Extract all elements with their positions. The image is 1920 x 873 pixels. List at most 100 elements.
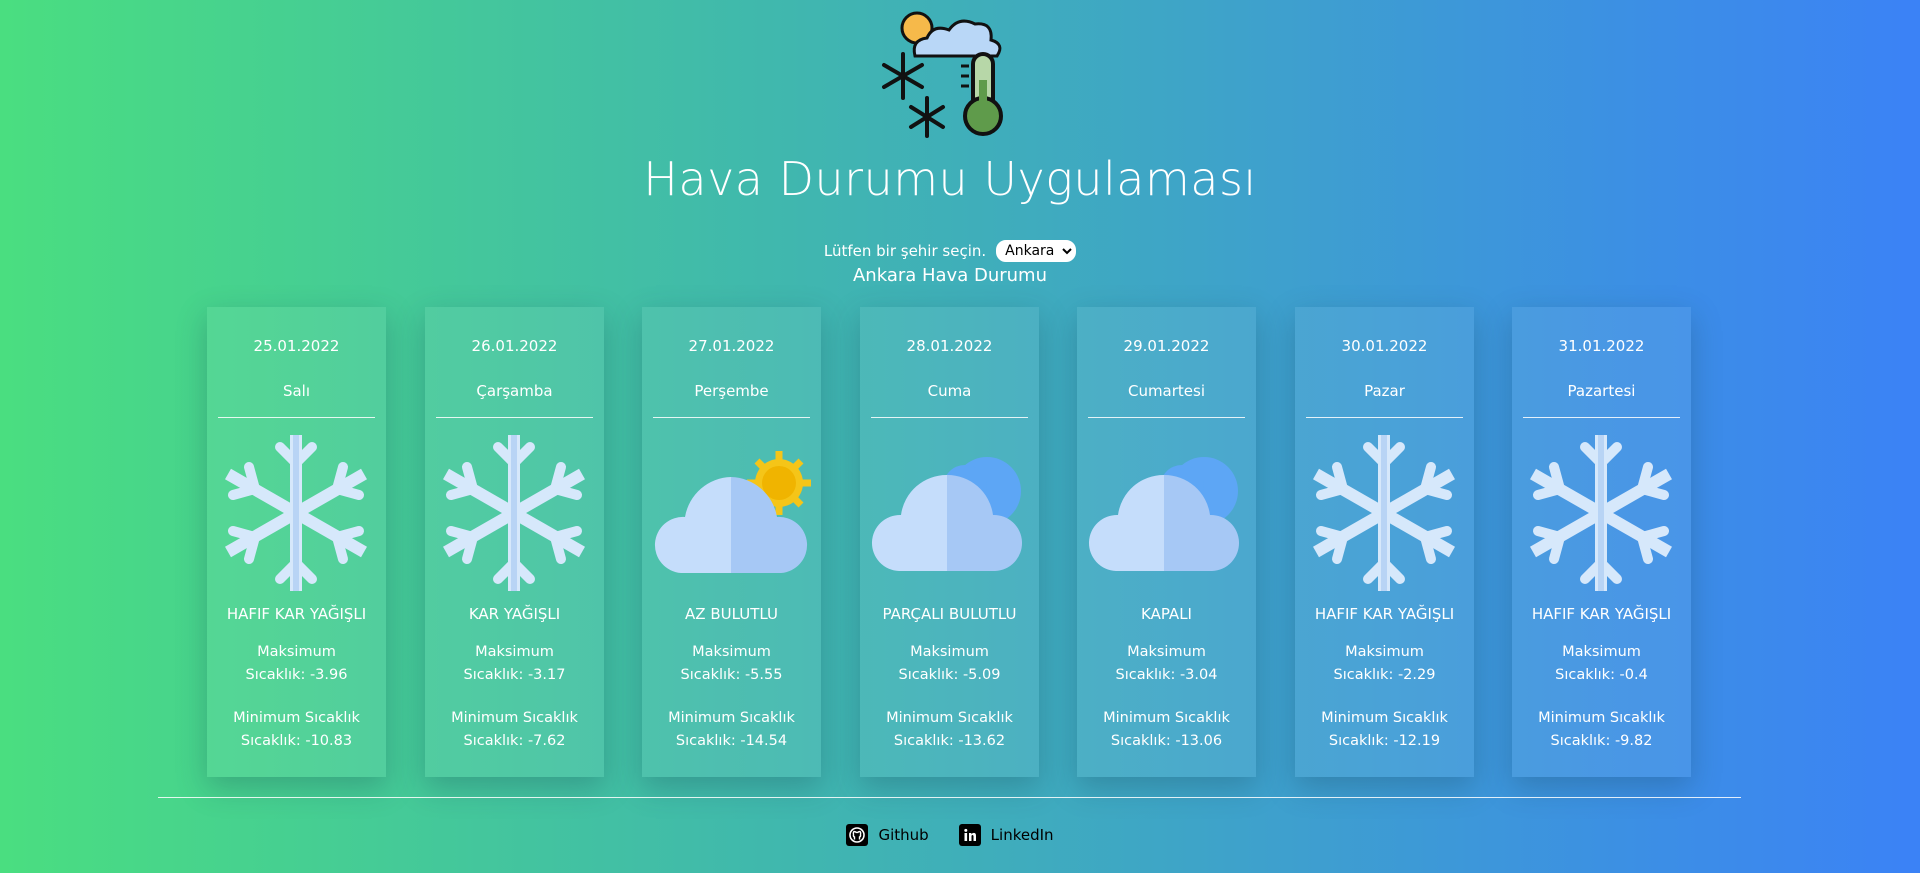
github-link-label: Github (878, 826, 929, 844)
min-temperature-label: Minimum Sıcaklık (233, 710, 360, 726)
snowflake-icon (1521, 433, 1681, 593)
github-link[interactable]: Github (846, 824, 929, 846)
card-divider (1306, 417, 1463, 418)
city-select[interactable]: Ankara (996, 240, 1077, 262)
footer-divider (158, 797, 1741, 798)
forecast-card: 28.01.2022 Cuma PARÇALI BULUTLU Maksimum… (860, 307, 1039, 777)
card-divider (871, 417, 1028, 418)
forecast-day: Salı (282, 382, 311, 400)
forecast-cards: 25.01.2022 Salı HAFIF KAR YAĞIŞLI Maksim… (207, 307, 1693, 777)
forecast-date: 27.01.2022 (688, 337, 775, 355)
card-divider (1523, 417, 1680, 418)
forecast-date: 26.01.2022 (471, 337, 558, 355)
cloud-icon (1086, 433, 1246, 593)
forecast-card: 25.01.2022 Salı HAFIF KAR YAĞIŞLI Maksim… (207, 307, 386, 777)
forecast-day: Cuma (927, 382, 972, 400)
forecast-day: Pazartesi (1567, 382, 1636, 400)
forecast-card: 30.01.2022 Pazar HAFIF KAR YAĞIŞLI Maksi… (1295, 307, 1474, 777)
max-temperature-value: Sıcaklık: -5.09 (898, 667, 1001, 683)
min-temperature: Minimum Sıcaklık Sıcaklık: -10.83 (207, 707, 386, 753)
max-temperature-value: Sıcaklık: -5.55 (680, 667, 783, 683)
linkedin-link[interactable]: LinkedIn (958, 824, 1054, 846)
max-temperature-label: Maksimum (692, 644, 771, 660)
min-temperature: Minimum Sıcaklık Sıcaklık: -7.62 (425, 707, 604, 753)
forecast-card: 26.01.2022 Çarşamba KAR YAĞIŞLI Maksimum… (425, 307, 604, 777)
card-divider (218, 417, 375, 418)
min-temperature-value: Sıcaklık: -13.06 (1110, 733, 1223, 749)
min-temperature-value: Sıcaklık: -14.54 (675, 733, 788, 749)
snowflake-icon (434, 433, 594, 593)
forecast-day: Cumartesi (1127, 382, 1206, 400)
city-picker: Lütfen bir şehir seçin. Ankara (0, 240, 1900, 262)
card-divider (436, 417, 593, 418)
forecast-date: 30.01.2022 (1341, 337, 1428, 355)
min-temperature-value: Sıcaklık: -13.62 (893, 733, 1006, 749)
card-divider (1088, 417, 1245, 418)
forecast-date: 29.01.2022 (1123, 337, 1210, 355)
weather-description: AZ BULUTLU (685, 605, 778, 623)
weather-description: KAR YAĞIŞLI (468, 605, 561, 623)
max-temperature-label: Maksimum (1127, 644, 1206, 660)
max-temperature-label: Maksimum (257, 644, 336, 660)
github-icon (846, 824, 869, 846)
max-temperature-label: Maksimum (1562, 644, 1641, 660)
linkedin-link-label: LinkedIn (990, 826, 1054, 844)
min-temperature-label: Minimum Sıcaklık (668, 710, 795, 726)
forecast-card: 27.01.2022 Perşembe AZ BULUTLU Maksimum … (642, 307, 821, 777)
max-temperature: Maksimum Sıcaklık: -5.55 (642, 641, 821, 687)
weather-description: HAFIF KAR YAĞIŞLI (226, 605, 367, 623)
linkedin-icon (958, 824, 981, 846)
max-temperature-value: Sıcaklık: -0.4 (1555, 667, 1648, 683)
max-temperature-label: Maksimum (910, 644, 989, 660)
min-temperature: Minimum Sıcaklık Sıcaklık: -9.82 (1512, 707, 1691, 753)
weather-description: PARÇALI BULUTLU (882, 605, 1017, 623)
min-temperature-label: Minimum Sıcaklık (886, 710, 1013, 726)
min-temperature-label: Minimum Sıcaklık (1103, 710, 1230, 726)
min-temperature-label: Minimum Sıcaklık (1321, 710, 1448, 726)
forecast-day: Pazar (1364, 382, 1405, 400)
weather-description: HAFIF KAR YAĞIŞLI (1531, 605, 1672, 623)
forecast-card: 31.01.2022 Pazartesi HAFIF KAR YAĞIŞLI M… (1512, 307, 1691, 777)
forecast-date: 28.01.2022 (906, 337, 993, 355)
weather-logo-icon (882, 11, 1003, 138)
cloud-sun-icon (651, 433, 811, 593)
max-temperature-label: Maksimum (1345, 644, 1424, 660)
max-temperature: Maksimum Sıcaklık: -0.4 (1512, 641, 1691, 687)
min-temperature-value: Sıcaklık: -7.62 (463, 733, 566, 749)
max-temperature-label: Maksimum (475, 644, 554, 660)
city-select-label: Lütfen bir şehir seçin. (823, 242, 987, 260)
min-temperature: Minimum Sıcaklık Sıcaklık: -12.19 (1295, 707, 1474, 753)
footer: Github LinkedIn (0, 824, 1900, 846)
min-temperature: Minimum Sıcaklık Sıcaklık: -13.62 (860, 707, 1039, 753)
max-temperature-value: Sıcaklık: -3.04 (1115, 667, 1218, 683)
weather-description: KAPALI (1141, 605, 1192, 623)
min-temperature: Minimum Sıcaklık Sıcaklık: -14.54 (642, 707, 821, 753)
max-temperature: Maksimum Sıcaklık: -3.17 (425, 641, 604, 687)
snowflake-icon (1304, 433, 1464, 593)
min-temperature-label: Minimum Sıcaklık (1538, 710, 1665, 726)
max-temperature-value: Sıcaklık: -3.17 (463, 667, 566, 683)
min-temperature: Minimum Sıcaklık Sıcaklık: -13.06 (1077, 707, 1256, 753)
max-temperature: Maksimum Sıcaklık: -3.04 (1077, 641, 1256, 687)
forecast-subtitle: Ankara Hava Durumu (852, 265, 1047, 286)
weather-description: HAFIF KAR YAĞIŞLI (1314, 605, 1455, 623)
card-divider (653, 417, 810, 418)
min-temperature-label: Minimum Sıcaklık (451, 710, 578, 726)
max-temperature: Maksimum Sıcaklık: -2.29 (1295, 641, 1474, 687)
max-temperature-value: Sıcaklık: -2.29 (1333, 667, 1436, 683)
forecast-date: 31.01.2022 (1558, 337, 1645, 355)
min-temperature-value: Sıcaklık: -12.19 (1328, 733, 1441, 749)
max-temperature-value: Sıcaklık: -3.96 (245, 667, 348, 683)
page-scrollbar[interactable] (1900, 0, 1920, 873)
max-temperature: Maksimum Sıcaklık: -3.96 (207, 641, 386, 687)
max-temperature: Maksimum Sıcaklık: -5.09 (860, 641, 1039, 687)
forecast-date: 25.01.2022 (253, 337, 340, 355)
min-temperature-value: Sıcaklık: -9.82 (1550, 733, 1653, 749)
min-temperature-value: Sıcaklık: -10.83 (240, 733, 353, 749)
forecast-day: Perşembe (694, 382, 769, 400)
snowflake-icon (216, 433, 376, 593)
cloud-icon (869, 433, 1029, 593)
forecast-day: Çarşamba (476, 382, 553, 400)
forecast-card: 29.01.2022 Cumartesi KAPALI Maksimum Sıc… (1077, 307, 1256, 777)
page-title: Hava Durumu Uygulaması (643, 152, 1257, 206)
